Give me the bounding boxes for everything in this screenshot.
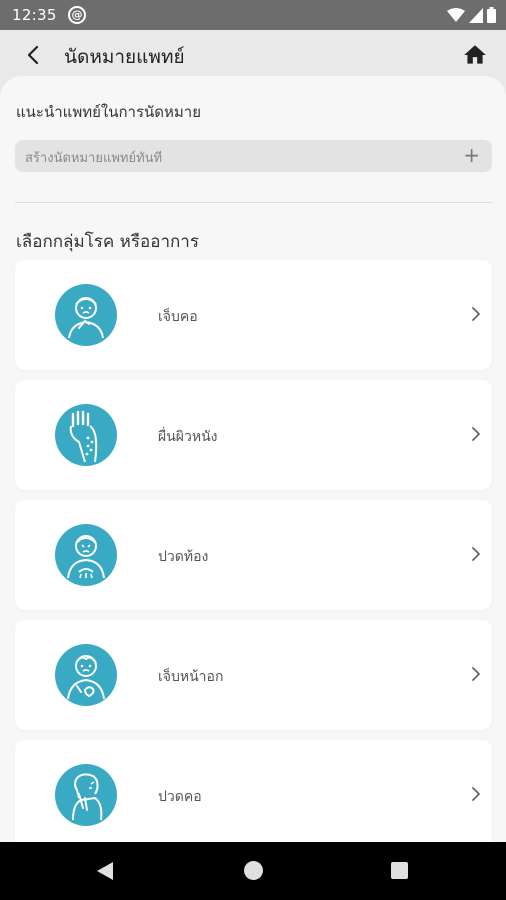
stomachache-icon [55,524,117,586]
chevron-right-icon [472,667,481,681]
symptom-card-neck-pain[interactable]: ปวดคอ [15,740,492,842]
home-icon [464,45,486,64]
status-icons [447,7,496,23]
symptom-card-sore-throat[interactable]: เจ็บคอ [15,260,492,370]
symptom-label: เจ็บหน้าอก [158,669,224,685]
symptom-label: เจ็บคอ [158,309,198,325]
chevron-right-icon [472,547,481,561]
symptom-label: ผื่นผิวหนัง [158,429,218,445]
nav-back-icon[interactable] [96,861,114,881]
arrow-left-icon [27,45,39,65]
nav-home-icon[interactable] [244,861,263,880]
symptom-card-chest-pain[interactable]: เจ็บหน้าอก [15,620,492,730]
symptom-card-stomachache[interactable]: ปวดท้อง [15,500,492,610]
system-nav-bar [0,842,506,900]
app-bar: นัดหมายแพทย์ [0,30,506,80]
plus-icon: + [463,143,480,167]
home-button[interactable] [462,42,488,68]
status-time: 12:35 [12,6,57,24]
content-sheet: แนะนำแพทย์ในการนัดหมาย สร้างนัดหมายแพทย์… [0,76,506,842]
quick-appointment-label: สร้างนัดหมายแพทย์ทันที [25,151,163,166]
chevron-right-icon [472,307,481,321]
sore-throat-icon [55,284,117,346]
symptom-label: ปวดท้อง [158,549,209,565]
divider [15,202,492,203]
neck-pain-icon [55,764,117,826]
chevron-right-icon [472,787,481,801]
chest-pain-icon [55,644,117,706]
nav-recents-icon[interactable] [391,862,408,879]
quick-appointment-button[interactable]: สร้างนัดหมายแพทย์ทันที + [15,140,492,172]
recommend-title: แนะนำแพทย์ในการนัดหมาย [16,103,202,121]
symptom-section-title: เลือกกลุ่มโรค หรืออาการ [16,232,199,252]
at-sign-icon: @ [68,6,86,24]
status-bar: 12:35 @ [0,0,506,30]
signal-icon [469,7,483,23]
skin-rash-icon [55,404,117,466]
wifi-icon [447,7,465,22]
back-button[interactable] [20,42,46,68]
symptom-label: ปวดคอ [158,789,202,805]
chevron-right-icon [472,427,481,441]
battery-icon [487,7,496,23]
page-title: นัดหมายแพทย์ [64,46,185,68]
symptom-card-skin-rash[interactable]: ผื่นผิวหนัง [15,380,492,490]
